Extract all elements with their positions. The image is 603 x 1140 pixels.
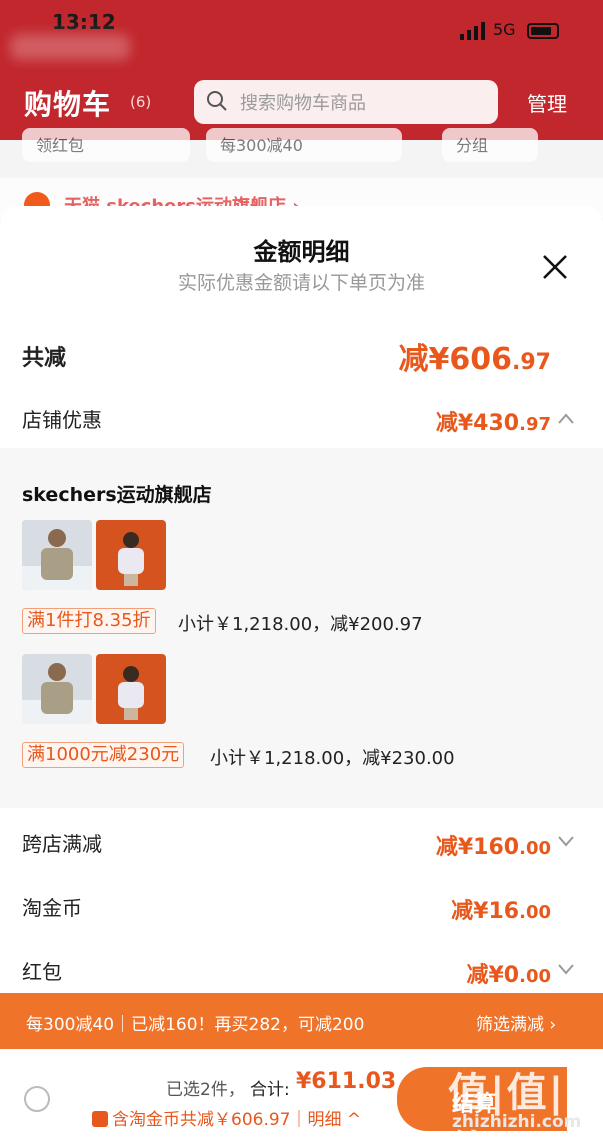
store-discount-amount: 减¥430.97 — [435, 411, 551, 436]
blurred-region — [10, 34, 130, 60]
search-icon — [207, 91, 227, 111]
product-thumb-jacket[interactable] — [22, 654, 92, 724]
signal-icon — [460, 22, 485, 40]
promo-tag-2: 满1000元减230元 — [22, 742, 185, 768]
chevron-down-icon[interactable] — [557, 832, 575, 850]
selected-count: 已选2件， — [166, 1080, 245, 1100]
item-subtotal-1: 小计￥1,218.00，减¥200.97 — [178, 614, 423, 635]
sheet-title: 金额明细 — [253, 238, 350, 266]
coins-amount: 减¥16.00 — [451, 899, 551, 924]
chevron-down-icon[interactable] — [557, 960, 575, 978]
coin-icon — [92, 1111, 108, 1127]
cross-store-amount: 减¥160.00 — [435, 835, 551, 860]
chip-red-packet[interactable]: 领红包 — [22, 128, 190, 162]
manage-button[interactable]: 管理 — [527, 88, 567, 117]
sheet-subtitle: 实际优惠金额请以下单页为准 — [177, 272, 425, 294]
cart-screen: 13:12 5G 购物车 (6) 搜索购物车商品 管理 领红包 每300减40 … — [0, 0, 603, 1140]
red-packet-label: 红包 — [22, 960, 62, 984]
promo-bar[interactable]: 每300减40｜已减160！再买282，可减200 筛选满减 › — [0, 993, 603, 1049]
coin-text: 含淘金币共减￥606.97｜明细 ^ — [112, 1110, 362, 1130]
watermark-site: zhizhizhi.com — [452, 1112, 582, 1132]
total-label: 合计: — [250, 1080, 290, 1100]
page-title: 购物车 — [24, 88, 112, 121]
cross-store-label: 跨店满减 — [22, 832, 102, 856]
cart-count: (6) — [130, 93, 152, 111]
product-thumb-coat[interactable] — [96, 654, 166, 724]
item-subtotal-2: 小计￥1,218.00，减¥230.00 — [210, 748, 455, 769]
coin-detail-toggle[interactable]: 含淘金币共减￥606.97｜明细 ^ — [92, 1105, 361, 1130]
select-all-radio[interactable] — [24, 1086, 50, 1112]
store-discount-label: 店铺优惠 — [22, 408, 102, 432]
close-icon[interactable] — [540, 252, 570, 282]
store-discount-detail: skechers运动旗舰店 满1件打8.35折 小计￥1,218.00，减¥20… — [0, 448, 603, 808]
coins-label: 淘金币 — [22, 896, 82, 920]
chevron-up-icon[interactable] — [557, 410, 575, 428]
total-amount: ¥611.03 — [296, 1069, 397, 1094]
chip-discount[interactable]: 每300减40 — [206, 128, 402, 162]
network-label: 5G — [493, 20, 516, 39]
red-packet-amount: 减¥0.00 — [466, 963, 551, 988]
status-time: 13:12 — [52, 10, 116, 34]
filter-discount-link[interactable]: 筛选满减 › — [476, 1010, 556, 1035]
promo-tag-1: 满1件打8.35折 — [22, 608, 156, 634]
header: 13:12 5G 购物车 (6) 搜索购物车商品 管理 — [0, 0, 603, 140]
chip-group[interactable]: 分组 — [442, 128, 538, 162]
product-thumb-jacket[interactable] — [22, 520, 92, 590]
search-placeholder: 搜索购物车商品 — [240, 93, 366, 114]
product-thumb-coat[interactable] — [96, 520, 166, 590]
total-discount-amount: 减¥606.97 — [398, 342, 551, 377]
promo-bar-text: 每300减40｜已减160！再买282，可减200 — [26, 1015, 365, 1035]
shop-name: skechers运动旗舰店 — [22, 484, 212, 506]
battery-icon — [527, 23, 559, 39]
total-discount-label: 共减 — [22, 346, 67, 371]
